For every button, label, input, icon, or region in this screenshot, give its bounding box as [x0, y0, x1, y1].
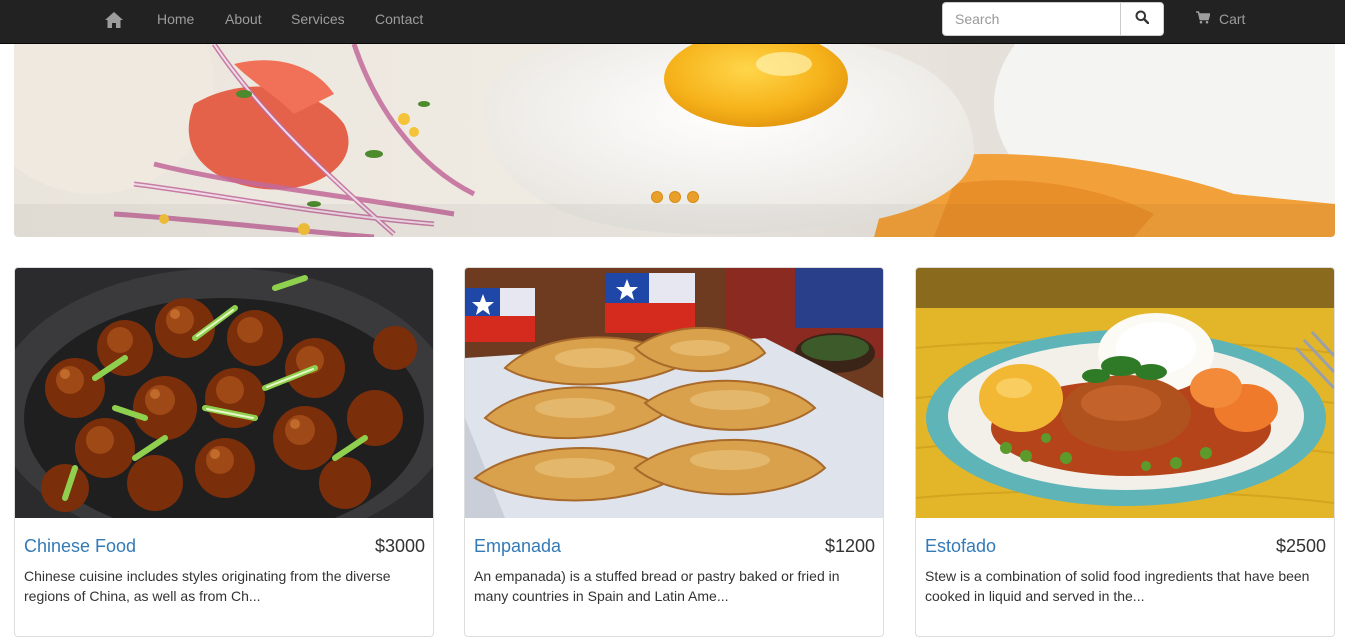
product-title[interactable]: Estofado	[925, 536, 996, 556]
cart-link[interactable]: Cart	[1196, 11, 1245, 27]
product-image-empanada[interactable]	[465, 268, 883, 518]
search-form	[942, 2, 1164, 36]
hero-carousel[interactable]	[14, 44, 1335, 237]
nav-about-link[interactable]: About	[225, 11, 262, 27]
nav-contact-link[interactable]: Contact	[375, 11, 423, 27]
product-card: Estofado $2500 Stew is a combination of …	[915, 267, 1335, 637]
home-icon[interactable]	[104, 10, 124, 30]
search-icon	[1135, 10, 1150, 29]
cart-label: Cart	[1219, 11, 1246, 27]
hero-slide-image	[14, 44, 1335, 237]
navbar: Home About Services Contact Cart	[0, 0, 1345, 44]
product-price: $1200	[824, 536, 875, 556]
product-image-estofado[interactable]	[916, 268, 1334, 518]
nav-services-link[interactable]: Services	[291, 11, 345, 27]
cart-icon	[1196, 11, 1219, 27]
product-image-chinese-food[interactable]	[15, 268, 433, 518]
product-price: $2500	[1275, 536, 1326, 556]
product-title[interactable]: Chinese Food	[24, 536, 136, 556]
product-price: $3000	[374, 536, 425, 556]
carousel-indicator-2[interactable]	[669, 191, 681, 203]
search-button[interactable]	[1120, 2, 1164, 36]
nav-home-link[interactable]: Home	[157, 11, 194, 27]
carousel-indicator-3[interactable]	[687, 191, 699, 203]
product-description: Stew is a combination of solid food ingr…	[925, 568, 1310, 604]
carousel-indicator-1[interactable]	[651, 191, 663, 203]
product-description: Chinese cuisine includes styles originat…	[24, 568, 391, 604]
carousel-indicators	[651, 191, 699, 203]
product-description: An empanada) is a stuffed bread or pastr…	[474, 568, 840, 604]
product-card: Empanada $1200 An empanada) is a stuffed…	[464, 267, 884, 637]
search-input[interactable]	[942, 2, 1120, 36]
product-card: Chinese Food $3000 Chinese cuisine inclu…	[14, 267, 434, 637]
product-title[interactable]: Empanada	[474, 536, 561, 556]
